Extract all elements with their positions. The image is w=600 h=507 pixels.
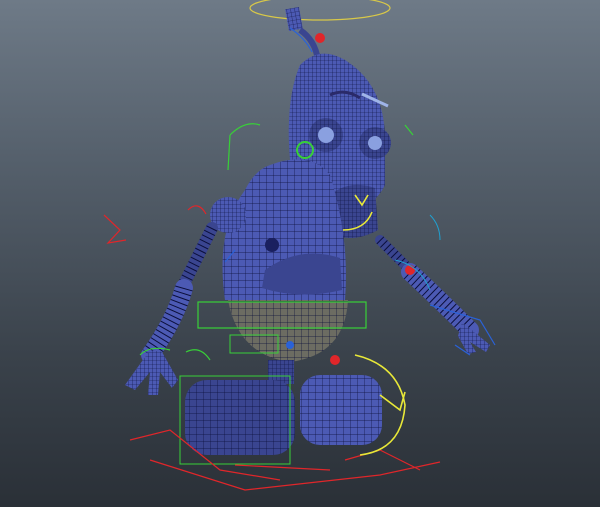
right-arm[interactable] bbox=[375, 235, 479, 339]
right-tread[interactable] bbox=[300, 375, 382, 445]
left-hand[interactable] bbox=[125, 350, 178, 395]
scene-svg[interactable] bbox=[0, 0, 600, 507]
left-tread[interactable] bbox=[185, 380, 295, 455]
robot-torso[interactable] bbox=[222, 159, 347, 300]
maya-viewport[interactable] bbox=[0, 0, 600, 507]
shoulder-socket bbox=[265, 238, 279, 252]
antenna[interactable] bbox=[285, 6, 325, 61]
robot-belly[interactable] bbox=[228, 300, 348, 365]
top-rotate-control[interactable] bbox=[249, 0, 391, 21]
